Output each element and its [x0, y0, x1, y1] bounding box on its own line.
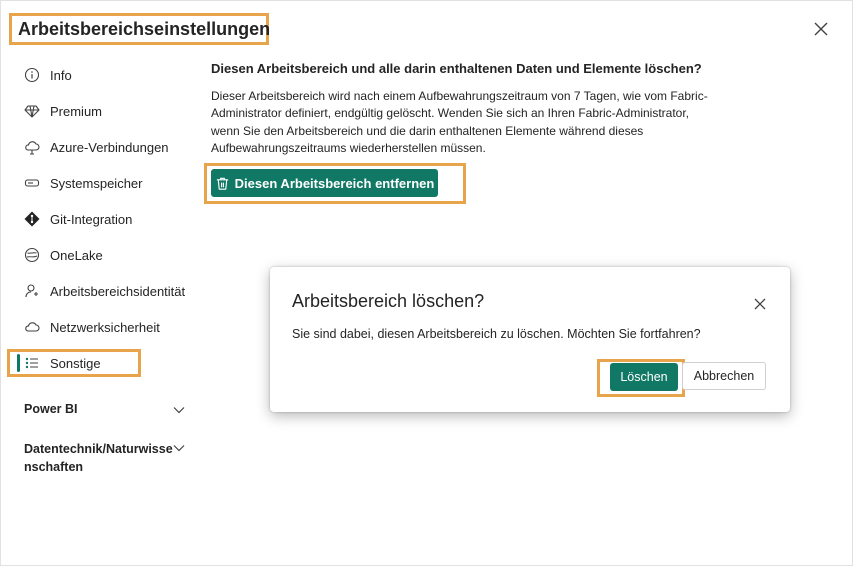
chevron-down-icon[interactable] — [173, 444, 185, 452]
list-icon — [23, 354, 41, 372]
panel-title-highlight: Arbeitsbereichseinstellungen — [9, 13, 271, 45]
trash-icon — [215, 176, 230, 191]
section-label-line1: Datentechnik/Naturwisse — [24, 442, 173, 456]
sidebar-item-label: Netzwerksicherheit — [50, 319, 160, 335]
section-power-bi[interactable]: Power BI — [24, 402, 78, 416]
delete-confirm-dialog: Arbeitsbereich löschen? Sie sind dabei, … — [270, 267, 790, 412]
sidebar-item-identity[interactable]: Arbeitsbereichsidentität — [23, 279, 185, 303]
sidebar-item-premium[interactable]: Premium — [23, 99, 102, 123]
storage-icon — [23, 174, 41, 192]
description-line: Dieser Arbeitsbereich wird nach einem Au… — [211, 89, 708, 103]
panel-title: Arbeitsbereichseinstellungen — [18, 18, 271, 39]
cloud-icon — [23, 138, 41, 156]
sidebar-item-label: Arbeitsbereichsidentität — [50, 283, 186, 299]
section-data-engineering[interactable]: Datentechnik/Naturwisse nschaften — [24, 440, 173, 476]
remove-workspace-button[interactable]: Diesen Arbeitsbereich entfernen — [211, 169, 438, 197]
sidebar-item-label: Sonstige — [50, 355, 101, 371]
info-icon — [23, 66, 41, 84]
git-icon — [23, 210, 41, 228]
confirm-delete-button[interactable]: Löschen — [610, 363, 678, 391]
description-line: wenn Sie den Arbeitsbereich und die dari… — [211, 123, 644, 138]
dialog-message: Sie sind dabei, diesen Arbeitsbereich zu… — [292, 327, 701, 341]
remove-button-label: Diesen Arbeitsbereich entfernen — [234, 175, 435, 191]
sidebar-item-label: Premium — [50, 103, 103, 119]
cancel-button[interactable]: Abbrechen — [682, 362, 766, 390]
description-line: Aufbewahrungszeitraums wiederherstellen … — [211, 140, 486, 155]
sidebar-item-label: Azure-Verbindungen — [50, 139, 169, 155]
sidebar-item-label: Systemspeicher — [50, 175, 143, 191]
identity-icon — [23, 282, 41, 300]
sidebar-item-label: OneLake — [50, 247, 103, 263]
section-label-line2: nschaften — [24, 460, 84, 474]
onelake-icon — [23, 246, 41, 264]
sidebar-item-onelake[interactable]: OneLake — [23, 243, 103, 267]
delete-heading: Diesen Arbeitsbereich und alle darin ent… — [211, 61, 702, 76]
sidebar-item-label: Git-Integration — [50, 211, 133, 227]
close-icon[interactable] — [811, 19, 831, 39]
sidebar-item-label: Info — [50, 67, 72, 83]
sidebar-item-other[interactable]: Sonstige — [23, 351, 101, 375]
delete-description: Dieser Arbeitsbereich wird nach einem Au… — [211, 88, 731, 157]
sidebar-item-azure[interactable]: Azure-Verbindungen — [23, 135, 169, 159]
active-indicator — [17, 354, 20, 372]
description-line: Administrator definiert, endgültig gelös… — [211, 106, 690, 121]
sidebar-item-network[interactable]: Netzwerksicherheit — [23, 315, 160, 339]
dialog-title: Arbeitsbereich löschen? — [292, 291, 485, 311]
diamond-icon — [23, 102, 41, 120]
sidebar-item-storage[interactable]: Systemspeicher — [23, 171, 142, 195]
close-icon[interactable] — [753, 297, 767, 311]
chevron-down-icon[interactable] — [173, 406, 185, 414]
section-label: Power BI — [24, 402, 78, 416]
sidebar-item-info[interactable]: Info — [23, 63, 72, 87]
network-cloud-icon — [23, 318, 41, 336]
sidebar-item-git[interactable]: Git-Integration — [23, 207, 132, 231]
